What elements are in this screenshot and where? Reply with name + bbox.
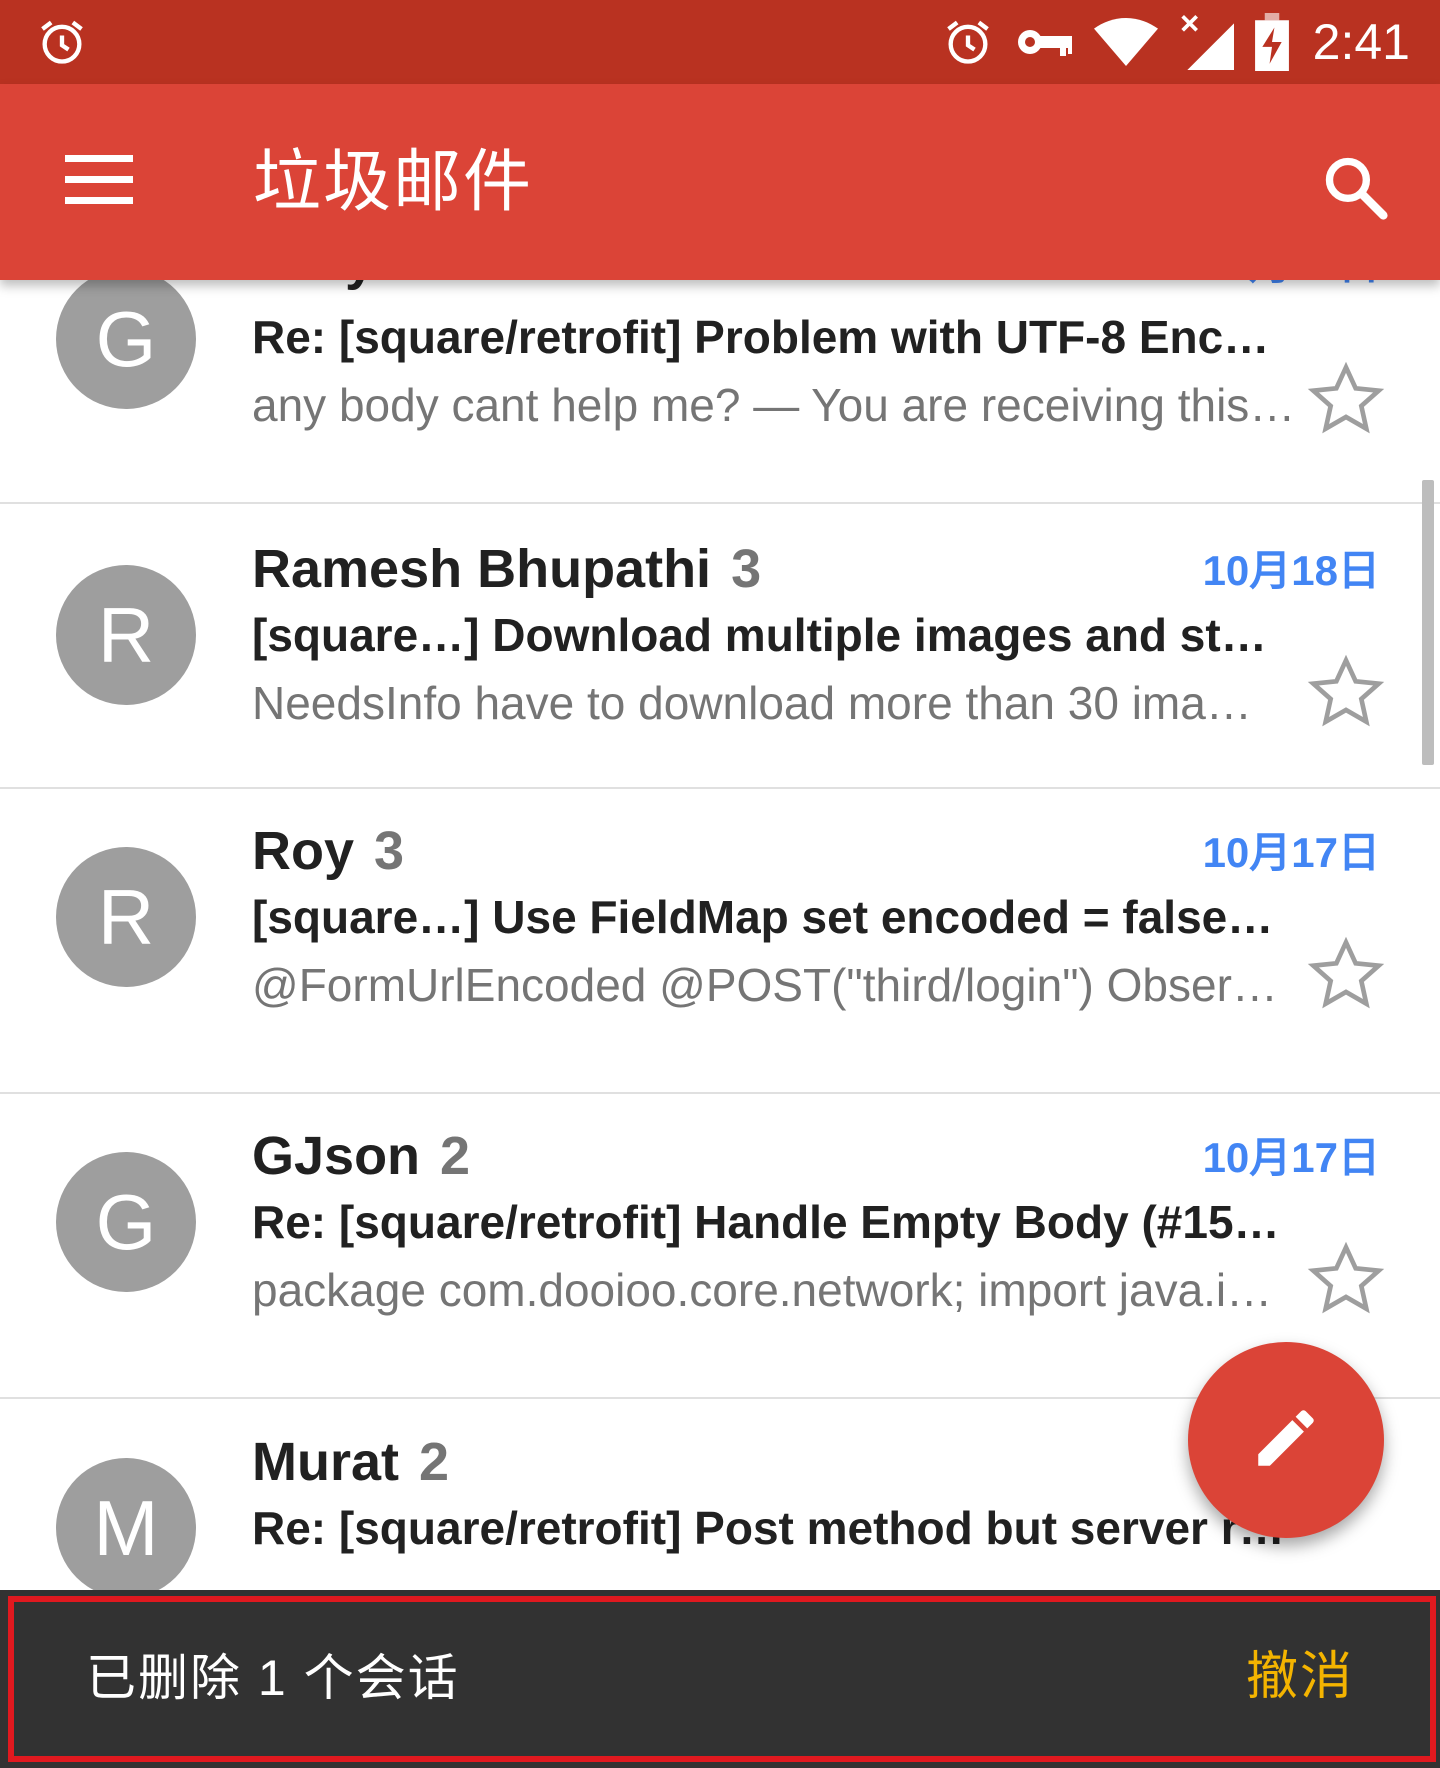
list-item[interactable]: G GJson 2 10月17日 Re: [square/retrofit] Ha…: [0, 1094, 1440, 1399]
snippet-text: any body cant help me? — You are receivi…: [252, 379, 1296, 431]
snackbar: 已删除 1 个会话 撤消: [0, 1590, 1440, 1768]
date-label: 10月17日: [1202, 829, 1380, 876]
thread-count: 2: [440, 1126, 471, 1186]
subject-line: Re: [square/retrofit] Problem with UTF-8…: [252, 311, 1270, 363]
scrollbar[interactable]: [1422, 480, 1434, 765]
subject-line: Re: [square/retrofit] Post method but se…: [252, 1502, 1285, 1554]
avatar[interactable]: M: [56, 1458, 196, 1590]
list-item[interactable]: R Ramesh Bhupathi 3 10月18日 [square…] Down…: [0, 507, 1440, 789]
avatar[interactable]: R: [56, 847, 196, 987]
compose-button[interactable]: [1188, 1342, 1384, 1538]
wifi-icon: [1092, 14, 1160, 70]
pencil-icon: [1249, 1401, 1323, 1480]
date-label: 10月17日: [1202, 1134, 1380, 1181]
star-icon[interactable]: [1306, 652, 1386, 732]
thread-count: 10: [521, 280, 581, 291]
sender-name: GrayMind: [252, 280, 501, 291]
snippet-text: NeedsInfo have to download more than 30 …: [252, 677, 1252, 729]
alarm-icon: [34, 14, 90, 70]
avatar[interactable]: R: [56, 565, 196, 705]
page-title: 垃圾邮件: [253, 144, 534, 220]
menu-button[interactable]: [50, 142, 150, 222]
sender-name: Murat: [252, 1432, 399, 1492]
date-label: 10月18日: [1203, 280, 1380, 297]
status-time: 2:41: [1312, 14, 1410, 70]
snackbar-message: 已删除 1 个会话: [86, 1650, 460, 1706]
battery-charging-icon: [1252, 13, 1292, 71]
star-icon[interactable]: [1306, 1239, 1386, 1319]
star-icon[interactable]: [1306, 359, 1386, 439]
sender-name: Roy: [252, 821, 355, 881]
thread-count: 3: [731, 539, 762, 599]
star-icon[interactable]: [1306, 934, 1386, 1014]
sender-name: GJson: [252, 1126, 421, 1186]
vpn-key-icon: [1014, 14, 1078, 70]
list-item[interactable]: G GrayMind 10 10月18日 Re: [square/retrofit…: [0, 280, 1440, 504]
menu-icon: [65, 154, 135, 210]
avatar[interactable]: G: [56, 1152, 196, 1292]
date-label: 10月18日: [1202, 547, 1380, 594]
avatar[interactable]: G: [56, 280, 196, 409]
status-bar: 2:41: [0, 0, 1440, 84]
subject-line: [square…] Use FieldMap set encoded = fal…: [252, 891, 1274, 943]
alarm-icon: [940, 14, 996, 70]
snippet-text: package com.dooioo.core.network; import …: [252, 1264, 1273, 1316]
snippet-text: @FormUrlEncoded @POST("third/login") Obs…: [252, 959, 1278, 1011]
thread-count: 3: [374, 821, 405, 881]
signal-icon: [1176, 14, 1236, 70]
thread-count: 2: [419, 1432, 450, 1492]
sender-name: Ramesh Bhupathi: [252, 539, 712, 599]
search-button[interactable]: [1310, 144, 1400, 234]
undo-button[interactable]: 撤消: [1246, 1642, 1354, 1712]
subject-line: [square…] Download multiple images and s…: [252, 609, 1292, 661]
list-item[interactable]: R Roy 3 10月17日 [square…] Use FieldMap set…: [0, 789, 1440, 1094]
search-icon: [1321, 153, 1389, 226]
subject-line: Re: [square/retrofit] Handle Empty Body …: [252, 1196, 1280, 1248]
app-bar: 垃圾邮件: [0, 84, 1440, 280]
